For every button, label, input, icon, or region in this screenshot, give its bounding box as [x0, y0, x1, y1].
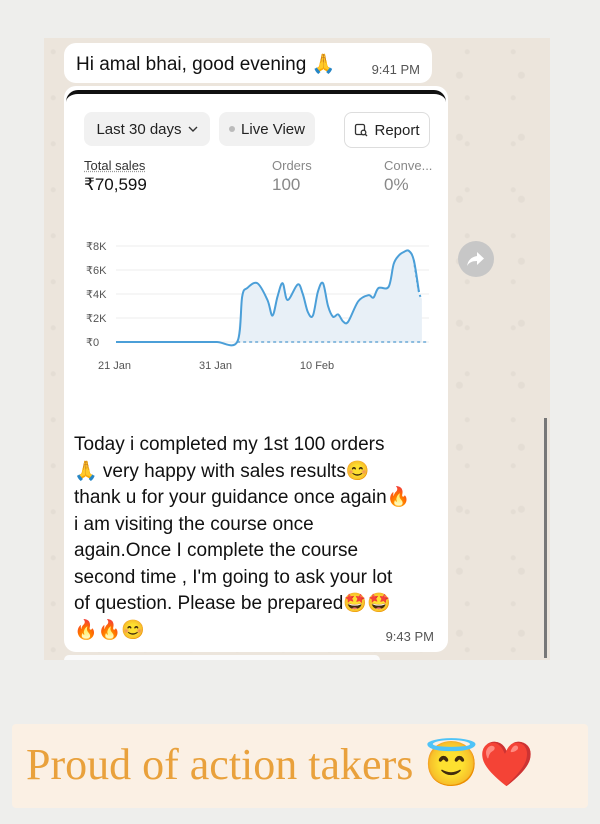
report-label: Report: [374, 121, 420, 139]
report-icon: [355, 123, 368, 137]
report-button[interactable]: Report: [344, 112, 430, 148]
greeting-message-text: Hi amal bhai, good evening 🙏: [76, 54, 336, 75]
forward-arrow-icon: [467, 252, 484, 266]
next-message-bubble-edge: [64, 655, 380, 660]
x-tick-label: 21 Jan: [98, 360, 131, 372]
x-tick-label: 10 Feb: [300, 360, 334, 372]
caption-banner: Proud of action takers 😇❤️: [12, 724, 588, 808]
metric-label: Orders: [272, 158, 312, 173]
reply-line: 🙏 very happy with sales results😊: [74, 460, 370, 482]
reply-message-time: 9:43 PM: [385, 629, 434, 644]
y-tick-label: ₹4K: [86, 289, 107, 301]
forward-button[interactable]: [458, 241, 494, 277]
caption-banner-text: Proud of action takers 😇❤️: [26, 740, 534, 789]
y-tick-label: ₹8K: [86, 241, 107, 253]
metric-orders[interactable]: Orders 100: [272, 158, 312, 195]
live-view-label: Live View: [241, 120, 305, 138]
reply-message-text: Today i completed my 1st 100 orders 🙏 ve…: [74, 432, 434, 644]
reply-message-bubble[interactable]: Last 30 days Live View Report Total sale…: [64, 86, 448, 652]
live-view-button[interactable]: Live View: [219, 112, 315, 146]
y-tick-label: ₹0: [86, 337, 99, 349]
reply-line: second time , I'm going to ask your lot: [74, 566, 393, 588]
metric-value: ₹70,599: [84, 175, 147, 194]
live-status-dot-icon: [229, 126, 236, 132]
chevron-down-icon: [188, 126, 198, 132]
scrollbar[interactable]: [544, 418, 547, 658]
reply-line: Today i completed my 1st 100 orders: [74, 434, 385, 455]
sales-line-chart: ₹0 ₹2K ₹4K ₹6K ₹8K 21 Jan 31 Jan 10 Feb: [86, 241, 429, 372]
y-tick-label: ₹2K: [86, 313, 107, 325]
metric-value: 100: [272, 175, 301, 194]
y-tick-label: ₹6K: [86, 265, 107, 277]
metric-label: Total sales: [84, 158, 146, 173]
metric-conversion[interactable]: Conve... 0%: [384, 158, 432, 195]
date-range-label: Last 30 days: [96, 120, 182, 138]
greeting-message-time: 9:41 PM: [371, 62, 420, 77]
reply-line: i am visiting the course once: [74, 513, 314, 535]
greeting-message-bubble[interactable]: Hi amal bhai, good evening 🙏 9:41 PM: [64, 43, 432, 83]
sales-dashboard-screenshot[interactable]: Last 30 days Live View Report Total sale…: [66, 90, 446, 420]
reply-line: again.Once I complete the course: [74, 540, 359, 561]
reply-line: thank u for your guidance once again🔥: [74, 487, 411, 508]
x-tick-label: 31 Jan: [199, 360, 232, 372]
metric-label: Conve...: [384, 158, 433, 173]
reply-line: of question. Please be prepared🤩🤩: [74, 593, 391, 614]
metric-value: 0%: [384, 175, 409, 194]
date-range-selector[interactable]: Last 30 days: [84, 112, 210, 146]
reply-line: 🔥🔥😊: [74, 619, 145, 641]
metric-total-sales[interactable]: Total sales ₹70,599: [84, 158, 147, 195]
